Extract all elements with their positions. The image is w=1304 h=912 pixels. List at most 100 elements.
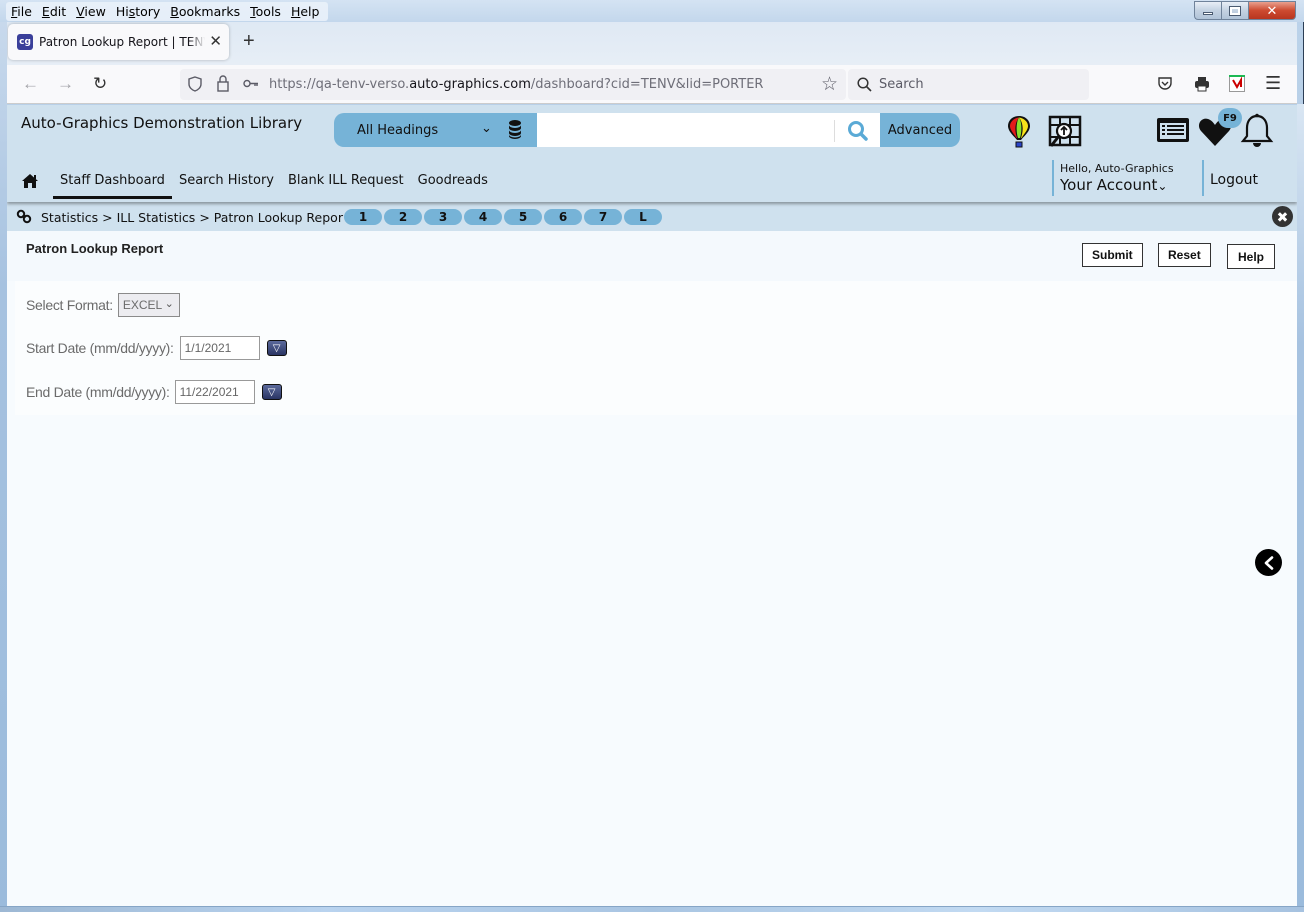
- maximize-button[interactable]: [1221, 1, 1248, 20]
- lock-icon[interactable]: [217, 75, 229, 92]
- breadcrumb-patron-lookup-report: Patron Lookup Report: [213, 210, 348, 225]
- breadcrumb-statistics[interactable]: Statistics: [41, 210, 98, 225]
- menu-view[interactable]: View: [71, 2, 111, 21]
- help-button[interactable]: Help: [1227, 244, 1276, 269]
- search-icon[interactable]: [846, 119, 870, 141]
- close-window-button[interactable]: ✕: [1248, 1, 1296, 20]
- quick-pill-1[interactable]: 1: [343, 208, 383, 226]
- submit-button[interactable]: Submit: [1082, 243, 1143, 267]
- catalog-search: All Headings ⌄ Advanced: [334, 113, 960, 147]
- favicon-icon: cg: [17, 34, 33, 50]
- close-icon: ✕: [1266, 2, 1278, 18]
- start-date-row: Start Date (mm/dd/yyyy): ▽: [26, 336, 287, 360]
- format-select-value: EXCEL: [122, 298, 163, 312]
- mcafee-extension-icon[interactable]: [1229, 75, 1245, 92]
- url-prefix: https://qa-tenv-verso.: [269, 77, 410, 92]
- url-host: auto-graphics.com: [409, 77, 531, 92]
- reset-button[interactable]: Reset: [1158, 243, 1211, 267]
- main-nav: Staff Dashboard Search History Blank ILL…: [21, 163, 495, 199]
- bookmark-star-icon[interactable]: ☆: [821, 73, 838, 96]
- start-date-label: Start Date (mm/dd/yyyy):: [26, 340, 174, 356]
- link-icon: [16, 209, 32, 224]
- menu-history[interactable]: History: [111, 2, 165, 21]
- window-border-left: [0, 22, 7, 906]
- quick-pill-5[interactable]: 5: [503, 208, 543, 226]
- pocket-icon[interactable]: [1157, 76, 1173, 92]
- breadcrumb-separator: >: [102, 210, 117, 225]
- navigation-toolbar: ← → ↻ https://qa-tenv-verso.auto-graphic…: [7, 65, 1297, 104]
- forward-button[interactable]: →: [57, 74, 74, 94]
- window-controls: ✕: [1194, 1, 1296, 20]
- quick-pill-7[interactable]: 7: [583, 208, 623, 226]
- url-path: /dashboard?cid=TENV&lid=PORTER: [530, 77, 764, 92]
- advanced-search-button[interactable]: Advanced: [880, 113, 960, 147]
- reload-button[interactable]: ↻: [93, 74, 107, 94]
- browser-search-bar[interactable]: Search: [848, 69, 1089, 100]
- tab-patron-lookup-report[interactable]: cg Patron Lookup Report | TENV | p ✕: [8, 24, 229, 60]
- quick-pill-3[interactable]: 3: [423, 208, 463, 226]
- quick-pill-l[interactable]: L: [623, 208, 663, 226]
- quick-pill-6[interactable]: 6: [543, 208, 583, 226]
- start-date-picker-button[interactable]: ▽: [266, 340, 287, 356]
- search-placeholder: Search: [879, 77, 924, 92]
- end-date-row: End Date (mm/dd/yyyy): ▽: [26, 380, 282, 404]
- calendar-dropdown-icon: ▽: [272, 342, 281, 354]
- database-icon[interactable]: [508, 119, 522, 139]
- start-date-input[interactable]: [179, 336, 260, 360]
- your-account-label[interactable]: Your Account⌄: [1060, 176, 1202, 194]
- tab-close-button[interactable]: ✕: [209, 32, 222, 50]
- back-button[interactable]: ←: [22, 74, 39, 94]
- report-title: Patron Lookup Report: [26, 241, 164, 256]
- nav-blank-ill-request[interactable]: Blank ILL Request: [281, 164, 411, 199]
- list-icon[interactable]: [1156, 117, 1190, 143]
- hamburger-menu-icon[interactable]: ☰: [1265, 73, 1281, 94]
- url-text[interactable]: https://qa-tenv-verso.auto-graphics.com/…: [269, 77, 763, 92]
- page: Auto-Graphics Demonstration Library All …: [7, 105, 1297, 906]
- your-account-text: Your Account: [1060, 176, 1158, 194]
- logout-link[interactable]: Logout: [1202, 160, 1258, 196]
- nav-search-history[interactable]: Search History: [172, 164, 281, 199]
- menu-bookmarks[interactable]: Bookmarks: [165, 2, 245, 21]
- shield-icon[interactable]: [188, 76, 202, 92]
- breadcrumb-separator: >: [199, 210, 214, 225]
- format-select[interactable]: EXCEL ⌄: [117, 293, 180, 317]
- breadcrumb-bar: Statistics > ILL Statistics > Patron Loo…: [7, 202, 1297, 231]
- menu-edit[interactable]: Edit: [37, 2, 71, 21]
- minimize-button[interactable]: [1194, 1, 1221, 20]
- maximize-icon: [1229, 5, 1241, 16]
- key-icon[interactable]: [243, 79, 259, 88]
- heading-select-value: All Headings: [357, 123, 439, 138]
- breadcrumb-ill-statistics[interactable]: ILL Statistics: [117, 210, 196, 225]
- close-panel-button[interactable]: ✖: [1272, 206, 1293, 227]
- home-icon[interactable]: [21, 173, 39, 189]
- end-date-picker-button[interactable]: ▽: [261, 384, 282, 400]
- app-header: Auto-Graphics Demonstration Library All …: [7, 105, 1297, 202]
- search-divider: [834, 120, 835, 142]
- tab-strip: cg Patron Lookup Report | TENV | p ✕ +: [7, 22, 1297, 65]
- url-bar[interactable]: https://qa-tenv-verso.auto-graphics.com/…: [180, 69, 846, 100]
- account-menu[interactable]: Hello, Auto-Graphics Your Account⌄: [1052, 160, 1202, 196]
- quick-pill-4[interactable]: 4: [463, 208, 503, 226]
- notifications-bell-icon[interactable]: [1240, 113, 1274, 149]
- format-label: Select Format:: [26, 297, 113, 313]
- end-date-input[interactable]: [174, 380, 255, 404]
- nav-staff-dashboard[interactable]: Staff Dashboard: [53, 164, 172, 199]
- print-icon[interactable]: [1194, 76, 1210, 92]
- quick-access-pills: 1 2 3 4 5 6 7 L: [343, 208, 663, 226]
- chevron-down-icon: ⌄: [164, 298, 174, 310]
- hot-air-balloon-icon[interactable]: [1007, 115, 1031, 149]
- catalog-search-input[interactable]: [537, 113, 880, 147]
- menu-file[interactable]: File: [6, 2, 37, 21]
- new-tab-button[interactable]: +: [243, 30, 255, 53]
- chevron-down-icon: ⌄: [1157, 179, 1168, 193]
- menu-help[interactable]: Help: [286, 2, 325, 21]
- close-icon: ✖: [1276, 208, 1289, 225]
- menu-tools[interactable]: Tools: [245, 2, 286, 21]
- side-panel-toggle-button[interactable]: [1255, 549, 1282, 576]
- quick-pill-2[interactable]: 2: [383, 208, 423, 226]
- library-name: Auto-Graphics Demonstration Library: [21, 114, 303, 132]
- search-icon: [857, 77, 872, 92]
- heading-select[interactable]: All Headings ⌄: [334, 113, 537, 147]
- search-record-icon[interactable]: [1048, 115, 1082, 149]
- nav-goodreads[interactable]: Goodreads: [411, 164, 495, 199]
